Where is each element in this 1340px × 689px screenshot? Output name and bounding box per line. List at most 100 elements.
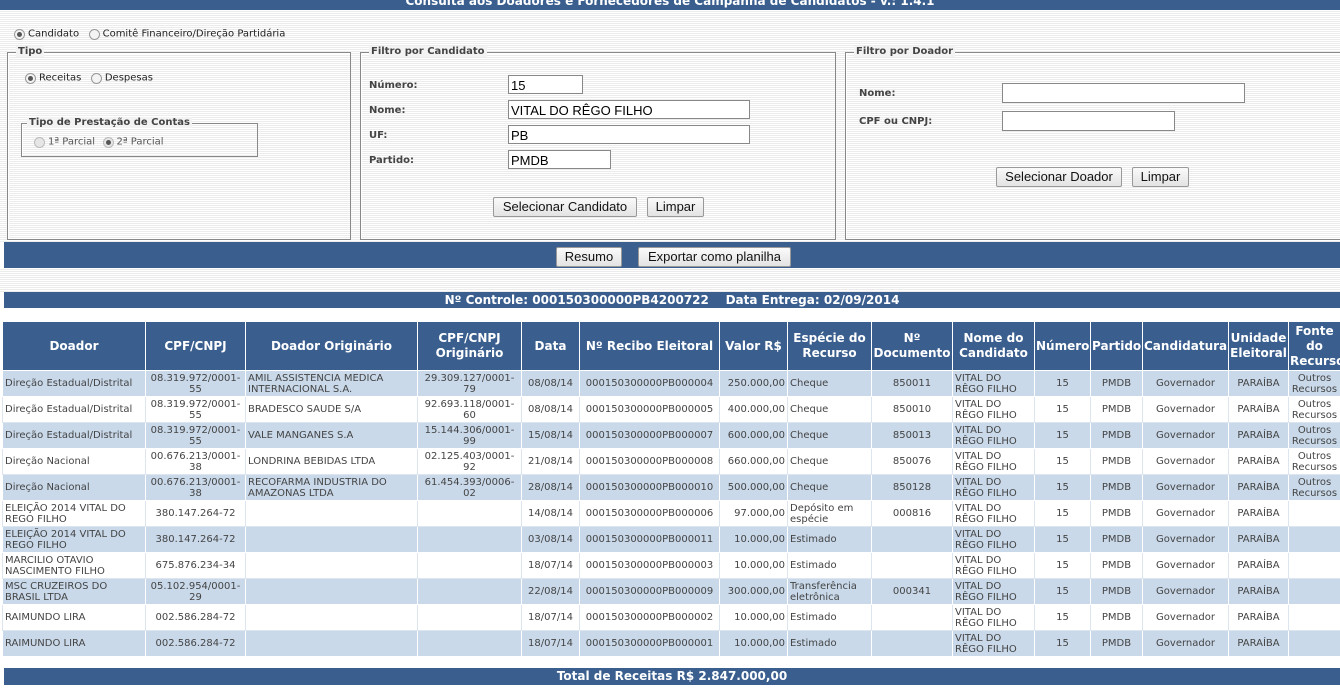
cell-data: 22/08/14: [521, 578, 580, 605]
radio-comite[interactable]: [88, 28, 100, 40]
cell-unidade-eleitoral: PARAÍBA: [1228, 526, 1289, 553]
radio-despesas-label: Despesas: [104, 72, 153, 84]
cell-documento: 850010: [871, 396, 953, 423]
cell-unidade-eleitoral: PARAÍBA: [1228, 578, 1289, 605]
tipo-fieldset: Tipo Receitas Despesas Tipo de Prestação…: [7, 46, 351, 240]
cell-numero: 15: [1034, 422, 1091, 449]
cell-valor: 10.000,00: [719, 604, 788, 631]
filtro-candidato-legend: Filtro por Candidato: [369, 46, 487, 57]
table-row: RAIMUNDO LIRA 002.586.284-72 18/07/14 00015…: [2, 630, 1340, 657]
limpar-doador-button[interactable]: Limpar: [1132, 167, 1189, 187]
cell-recibo: 000150300000PB000003: [579, 552, 720, 579]
cell-documento: [871, 604, 953, 631]
table-row: Direção Nacional 00.676.213/0001-38 LONDRI…: [2, 448, 1340, 475]
radio-parcial-1-label: 1ª Parcial: [48, 136, 96, 148]
limpar-candidato-button[interactable]: Limpar: [647, 197, 704, 217]
cell-valor: 10.000,00: [719, 630, 788, 657]
cell-candidatura: Governador: [1142, 500, 1229, 527]
cell-documento: 850128: [871, 474, 953, 501]
cell-partido: PMDB: [1090, 578, 1143, 605]
table-body: Direção Estadual/Distrital 08.319.972/000…: [2, 370, 1340, 657]
cell-especie: Cheque: [787, 474, 872, 501]
radio-parcial-1[interactable]: [34, 136, 45, 148]
radio-receitas[interactable]: [25, 72, 36, 84]
cell-numero: 15: [1034, 370, 1091, 397]
cell-valor: 10.000,00: [719, 526, 788, 553]
cell-recibo: 000150300000PB000004: [579, 370, 720, 397]
uf-input[interactable]: PB: [508, 125, 750, 144]
radio-despesas[interactable]: [90, 72, 102, 84]
resumo-button[interactable]: Resumo: [556, 247, 622, 267]
cell-valor: 400.000,00: [719, 396, 788, 423]
cell-nome-candidato: VITAL DO RÊGO FILHO: [952, 630, 1035, 657]
cell-numero: 15: [1034, 552, 1091, 579]
filtro-doador-fieldset: Filtro por Doador Nome: CPF ou CNPJ: Sel…: [845, 46, 1340, 240]
radio-candidato[interactable]: [14, 28, 25, 40]
partido-input[interactable]: PMDB: [508, 150, 611, 169]
radio-receitas-label: Receitas: [39, 72, 82, 84]
cell-valor: 600.000,00: [719, 422, 788, 449]
total-receitas: Total de Receitas R$ 2.847.000,00: [556, 669, 788, 683]
cell-cpf-cnpj-originario: [417, 526, 522, 553]
cell-recibo: 000150300000PB000007: [579, 422, 720, 449]
column-header-candidatura: Candidatura: [1142, 321, 1229, 371]
cell-valor: 300.000,00: [719, 578, 788, 605]
cell-especie: Cheque: [787, 396, 872, 423]
cell-cpf-cnpj-originario: 92.693.118/0001-60: [417, 396, 522, 423]
selecionar-doador-button[interactable]: Selecionar Doador: [996, 167, 1122, 187]
table-row: ELEIÇÃO 2014 VITAL DO REGO FILHO 380.147.…: [2, 500, 1340, 527]
numero-input[interactable]: 15: [508, 75, 583, 94]
cell-numero: 15: [1034, 500, 1091, 527]
cell-recibo: 000150300000PB000008: [579, 448, 720, 475]
column-header-numero: Número: [1034, 321, 1091, 371]
cell-doador-originario: BRADESCO SAUDE S/A: [245, 396, 418, 423]
nome-doador-input[interactable]: [1002, 83, 1245, 103]
column-header-data: Data: [521, 321, 580, 371]
cell-partido: PMDB: [1090, 422, 1143, 449]
cell-recibo: 000150300000PB000009: [579, 578, 720, 605]
cell-doador-originario: [245, 500, 418, 527]
cell-recibo: 000150300000PB000002: [579, 604, 720, 631]
cell-fonte-recurso: [1288, 578, 1340, 605]
cell-documento: 850076: [871, 448, 953, 475]
column-header-documento: Nº Documento: [871, 321, 953, 371]
cell-nome-candidato: VITAL DO RÊGO FILHO: [952, 448, 1035, 475]
cell-cpf-cnpj: 00.676.213/0001-38: [145, 474, 246, 501]
cell-fonte-recurso: [1288, 500, 1340, 527]
exportar-planilha-button[interactable]: Exportar como planilha: [638, 247, 791, 267]
nome-candidato-input[interactable]: VITAL DO RÊGO FILHO: [508, 100, 750, 119]
table-row: RAIMUNDO LIRA 002.586.284-72 18/07/14 00015…: [2, 604, 1340, 631]
cell-cpf-cnpj: 675.876.234-34: [145, 552, 246, 579]
cell-partido: PMDB: [1090, 370, 1143, 397]
cell-fonte-recurso: Outros Recursos: [1288, 370, 1340, 397]
radio-parcial-2[interactable]: [102, 136, 114, 148]
cell-data: 18/07/14: [521, 552, 580, 579]
cell-cpf-cnpj: 002.586.284-72: [145, 630, 246, 657]
cell-cpf-cnpj: 00.676.213/0001-38: [145, 448, 246, 475]
table-row: MSC CRUZEIROS DO BRASIL LTDA 05.102.954/0…: [2, 578, 1340, 605]
uf-label: UF:: [369, 130, 388, 141]
cell-data: 03/08/14: [521, 526, 580, 553]
cell-valor: 10.000,00: [719, 552, 788, 579]
cell-doador: MARCILIO OTAVIO NASCIMENTO FILHO: [2, 552, 146, 579]
cell-data: 08/08/14: [521, 370, 580, 397]
cell-cpf-cnpj-originario: [417, 604, 522, 631]
table-row: Direção Estadual/Distrital 08.319.972/000…: [2, 396, 1340, 423]
cell-valor: 500.000,00: [719, 474, 788, 501]
filtro-candidato-fieldset: Filtro por Candidato Número: 15 Nome: VI…: [360, 46, 836, 240]
cell-nome-candidato: VITAL DO RÊGO FILHO: [952, 474, 1035, 501]
selecionar-candidato-button[interactable]: Selecionar Candidato: [493, 197, 637, 217]
cell-numero: 15: [1034, 526, 1091, 553]
tipo-options: Receitas Despesas: [25, 71, 153, 84]
cell-especie: Estimado: [787, 526, 872, 553]
cell-recibo: 000150300000PB000005: [579, 396, 720, 423]
cpf-cnpj-input[interactable]: [1002, 111, 1175, 131]
cell-numero: 15: [1034, 604, 1091, 631]
cell-cpf-cnpj-originario: 02.125.403/0001-92: [417, 448, 522, 475]
cell-cpf-cnpj: 08.319.972/0001-55: [145, 370, 246, 397]
prestacao-fieldset: Tipo de Prestação de Contas 1ª Parcial 2…: [21, 117, 258, 157]
cell-candidatura: Governador: [1142, 552, 1229, 579]
cell-nome-candidato: VITAL DO RÊGO FILHO: [952, 604, 1035, 631]
cell-recibo: 000150300000PB000011: [579, 526, 720, 553]
cell-unidade-eleitoral: PARAÍBA: [1228, 500, 1289, 527]
